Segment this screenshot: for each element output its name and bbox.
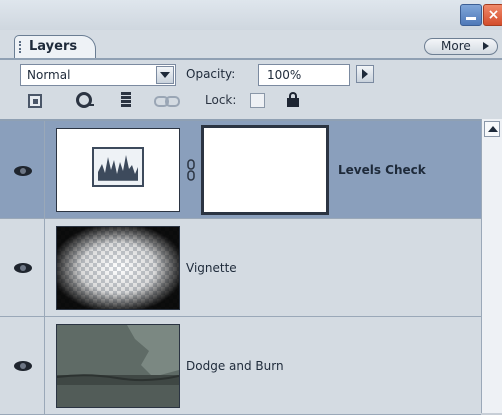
vertical-scrollbar[interactable] bbox=[481, 119, 502, 413]
minimize-button[interactable] bbox=[460, 4, 482, 26]
visibility-toggle[interactable] bbox=[0, 121, 45, 218]
adjustment-thumbnail[interactable] bbox=[56, 128, 180, 212]
layers-list: Levels Check Vignette Dodge and Burn bbox=[0, 119, 481, 415]
layer-row-levels-check[interactable]: Levels Check bbox=[0, 121, 481, 219]
blend-mode-value: Normal bbox=[27, 68, 71, 82]
histogram-icon bbox=[92, 147, 144, 187]
vignette-image bbox=[57, 227, 179, 309]
layer-mask-thumbnail[interactable] bbox=[201, 125, 329, 215]
tab-layers-label: Layers bbox=[29, 39, 78, 54]
visibility-toggle[interactable] bbox=[0, 317, 45, 414]
panel-tab-row: Layers More bbox=[0, 30, 502, 60]
tab-layers[interactable]: Layers bbox=[14, 35, 96, 58]
chevron-down-icon[interactable] bbox=[156, 66, 174, 84]
move-icon[interactable] bbox=[120, 91, 132, 108]
more-button[interactable]: More bbox=[424, 38, 498, 55]
opacity-slider-button[interactable] bbox=[356, 65, 374, 83]
lock-transparent-icon[interactable] bbox=[28, 94, 42, 108]
layer-row-vignette[interactable]: Vignette bbox=[0, 219, 481, 317]
dodge-burn-thumbnail[interactable] bbox=[56, 324, 180, 408]
vignette-thumbnail[interactable] bbox=[56, 226, 180, 310]
lock-label: Lock: bbox=[205, 93, 237, 107]
dodge-burn-image bbox=[56, 325, 180, 407]
play-arrow-icon bbox=[483, 42, 489, 50]
panel-titlebar: × bbox=[0, 0, 502, 30]
layers-panel: × Layers More Normal Opacity: 100% Lock: bbox=[0, 0, 502, 415]
more-button-label: More bbox=[441, 39, 471, 53]
layer-name[interactable]: Vignette bbox=[186, 261, 237, 275]
eye-icon[interactable] bbox=[14, 361, 32, 371]
grip-icon[interactable] bbox=[19, 41, 24, 53]
opacity-input[interactable]: 100% bbox=[258, 64, 350, 86]
brush-icon[interactable] bbox=[76, 92, 94, 108]
visibility-toggle[interactable] bbox=[0, 219, 45, 316]
eye-icon[interactable] bbox=[14, 166, 32, 176]
lock-checkbox-icon[interactable] bbox=[250, 93, 265, 108]
opacity-value: 100% bbox=[267, 68, 302, 82]
chain-icon[interactable] bbox=[186, 159, 196, 181]
layer-name[interactable]: Levels Check bbox=[338, 163, 426, 177]
blend-mode-select[interactable]: Normal bbox=[20, 64, 176, 86]
opacity-label: Opacity: bbox=[186, 67, 236, 81]
eye-icon[interactable] bbox=[14, 263, 32, 273]
link-icon[interactable] bbox=[154, 96, 180, 107]
close-button[interactable]: × bbox=[483, 4, 502, 26]
scroll-up-button[interactable] bbox=[484, 121, 500, 137]
layer-name[interactable]: Dodge and Burn bbox=[186, 359, 284, 373]
padlock-icon[interactable] bbox=[287, 92, 299, 107]
layer-row-dodge-and-burn[interactable]: Dodge and Burn bbox=[0, 317, 481, 415]
